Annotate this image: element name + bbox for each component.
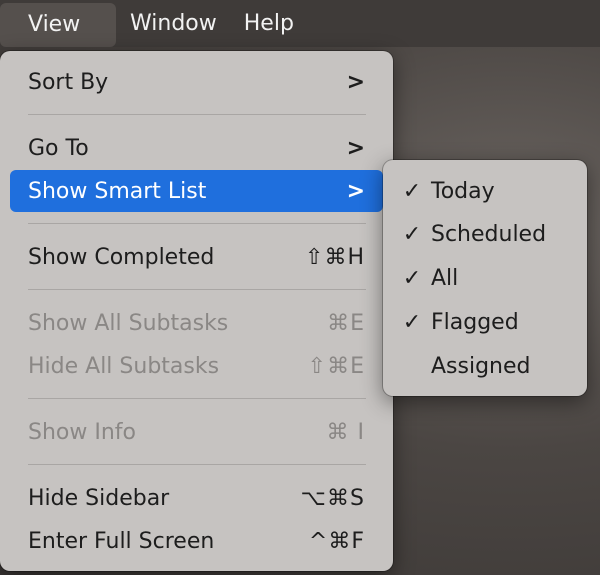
menu-item-show-completed[interactable]: Show Completed ⇧⌘H [10, 236, 383, 278]
menu-item-show-smart-list[interactable]: Show Smart List > [10, 170, 383, 212]
menu-item-go-to[interactable]: Go To > [10, 127, 383, 169]
menu-item-enter-full-screen[interactable]: Enter Full Screen ^⌘F [10, 520, 383, 562]
menu-item-label: Hide All Subtasks [28, 353, 220, 379]
menu-item-label: Show All Subtasks [28, 310, 229, 336]
menu-item-show-info[interactable]: Show Info ⌘ I [10, 411, 383, 453]
chevron-right-icon: > [346, 69, 365, 95]
submenu-item-label: Flagged [431, 309, 519, 335]
submenu-item-scheduled[interactable]: ✓ Scheduled [393, 213, 577, 255]
menu-separator [28, 114, 366, 115]
shortcut-label: ⇧⌘H [305, 244, 365, 270]
shortcut-label: ⌥⌘S [300, 485, 365, 511]
shortcut-label: ⌘ I [326, 419, 365, 445]
menu-item-show-all-subtasks[interactable]: Show All Subtasks ⌘E [10, 302, 383, 344]
checkmark-icon: ✓ [402, 178, 422, 204]
menu-item-label: Enter Full Screen [28, 528, 215, 554]
menu-item-label: Show Smart List [28, 178, 207, 204]
menubar-help[interactable]: Help [231, 0, 307, 47]
menubar-window[interactable]: Window [117, 0, 230, 47]
menu-separator [28, 398, 366, 399]
menu-item-label: Show Completed [28, 244, 215, 270]
submenu-item-label: Assigned [431, 353, 531, 379]
checkmark-icon: ✓ [402, 309, 422, 335]
menu-item-hide-all-subtasks[interactable]: Hide All Subtasks ⇧⌘E [10, 345, 383, 387]
checkmark-icon: ✓ [402, 221, 422, 247]
menu-item-sort-by[interactable]: Sort By > [10, 61, 383, 103]
submenu-item-label: Today [431, 178, 495, 204]
menu-item-label: Go To [28, 135, 89, 161]
menu-separator [28, 223, 366, 224]
checkmark-icon: ✓ [402, 265, 422, 291]
chevron-right-icon: > [346, 135, 365, 161]
menu-item-label: Hide Sidebar [28, 485, 170, 511]
menu-separator [28, 464, 366, 465]
submenu-item-all[interactable]: ✓ All [393, 257, 577, 299]
menu-item-label: Sort By [28, 69, 109, 95]
submenu-item-today[interactable]: ✓ Today [393, 170, 577, 212]
smart-list-submenu: ✓ Today ✓ Scheduled ✓ All ✓ Flagged Assi… [383, 160, 587, 396]
menu-item-label: Show Info [28, 419, 136, 445]
submenu-item-label: Scheduled [431, 221, 547, 247]
shortcut-label: ^⌘F [308, 528, 365, 554]
menu-separator [28, 289, 366, 290]
shortcut-label: ⌘E [327, 310, 365, 336]
shortcut-label: ⇧⌘E [307, 353, 365, 379]
submenu-item-label: All [431, 265, 459, 291]
menu-bar: View Window Help [0, 0, 600, 47]
menu-item-hide-sidebar[interactable]: Hide Sidebar ⌥⌘S [10, 477, 383, 519]
submenu-item-flagged[interactable]: ✓ Flagged [393, 301, 577, 343]
view-menu: Sort By > Go To > Show Smart List > Show… [0, 51, 393, 571]
menubar-view[interactable]: View [0, 2, 116, 47]
submenu-item-assigned[interactable]: Assigned [393, 345, 577, 387]
chevron-right-icon: > [346, 178, 365, 204]
